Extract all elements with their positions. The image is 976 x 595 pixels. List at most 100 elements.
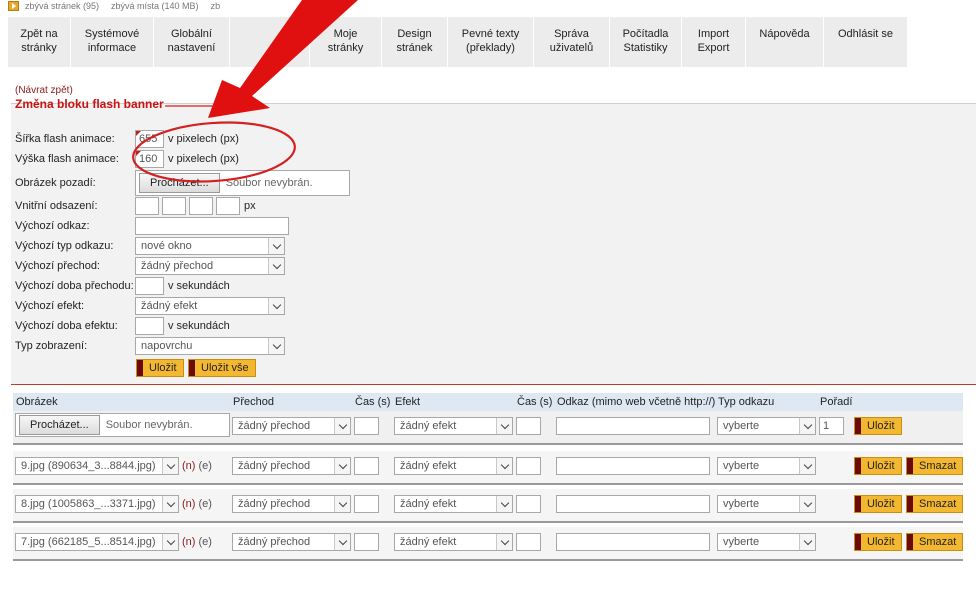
width-unit: v pixelech (px) <box>168 133 239 145</box>
back-link[interactable]: (Návrat zpět) <box>15 85 73 96</box>
new-order-input[interactable]: 1 <box>819 417 844 435</box>
padding-top-input[interactable] <box>135 197 159 215</box>
link-label: Výchozí odkaz: <box>15 220 90 232</box>
effect-select[interactable]: žádný efekt <box>394 457 513 475</box>
transition-select[interactable]: žádný přechod <box>135 257 285 275</box>
main-menu: Zpět na stránky Systémové informace Globál… <box>0 17 908 67</box>
transition-time-input[interactable] <box>135 277 164 295</box>
transition-time[interactable] <box>354 457 379 475</box>
effect-select[interactable]: žádný efekt <box>394 533 513 551</box>
save-all-button[interactable]: Uložit vše <box>188 359 256 377</box>
effect-time[interactable] <box>516 457 541 475</box>
link-type-value: vyberte <box>723 420 760 432</box>
link-type-select[interactable]: vyberte <box>717 495 816 513</box>
n-link[interactable]: (n) <box>182 536 195 548</box>
e-link[interactable]: (e) <box>199 460 212 472</box>
image-select[interactable]: 9.jpg (890634_3...8844.jpg) <box>15 457 179 475</box>
truncated-text: zb <box>210 1 221 11</box>
transition-time[interactable] <box>354 495 379 513</box>
menu-item-5[interactable]: Design stránek <box>382 17 448 67</box>
delete-button[interactable]: Smazat <box>906 457 964 475</box>
image-value: 9.jpg (890634_3...8844.jpg) <box>21 460 156 472</box>
bg-image-file: Procházet... Soubor nevybrán. <box>135 170 350 196</box>
width-input[interactable]: 655 <box>135 130 164 148</box>
padding-left-input[interactable] <box>216 197 240 215</box>
e-link[interactable]: (e) <box>199 536 212 548</box>
menu-item-7[interactable]: Správa uživatelů <box>534 17 610 67</box>
effect-time-label: Výchozí doba efektu: <box>15 320 118 332</box>
link-type-select[interactable]: vyberte <box>717 533 816 551</box>
n-link[interactable]: (n) <box>182 460 195 472</box>
e-link[interactable]: (e) <box>199 498 212 510</box>
col-transition: Přechod <box>233 396 274 408</box>
new-transition-time[interactable] <box>354 417 379 435</box>
effect-select[interactable]: žádný efekt <box>135 297 285 315</box>
menu-item-2[interactable]: Globální nastavení <box>154 17 230 67</box>
height-input[interactable]: 160 <box>135 150 164 168</box>
delete-button[interactable]: Smazat <box>906 533 964 551</box>
menu-item-9[interactable]: Import Export <box>682 17 746 67</box>
link-input[interactable] <box>556 495 710 513</box>
n-link[interactable]: (n) <box>182 498 195 510</box>
link-type-select[interactable]: vyberte <box>717 457 816 475</box>
col-link: Odkaz (mimo web včetně http://) <box>557 396 716 408</box>
image-select[interactable]: 7.jpg (662185_5...8514.jpg) <box>15 533 179 551</box>
transition-select[interactable]: žádný přechod <box>232 495 351 513</box>
browse-button[interactable]: Procházet... <box>139 173 220 193</box>
transition-select[interactable]: žádný přechod <box>232 533 351 551</box>
col-effect: Efekt <box>395 396 421 408</box>
chevron-down-icon <box>334 418 350 434</box>
padding-bottom-input[interactable] <box>189 197 213 215</box>
delete-button[interactable]: Smazat <box>906 495 964 513</box>
col-time-1: Čas (s) <box>355 396 391 408</box>
play-icon[interactable] <box>8 1 19 11</box>
image-select[interactable]: 8.jpg (1005863_...3371.jpg) <box>15 495 179 513</box>
save-button[interactable]: Uložit <box>854 495 902 513</box>
link-type-value: vyberte <box>723 460 760 472</box>
link-type-select[interactable]: nové okno <box>135 237 285 255</box>
height-label: Výška flash animace: <box>15 153 119 165</box>
padding-right-input[interactable] <box>162 197 186 215</box>
chevron-down-icon <box>799 534 815 550</box>
chevron-down-icon <box>496 496 512 512</box>
link-input[interactable] <box>556 457 710 475</box>
menu-item-3[interactable] <box>230 17 310 67</box>
link-input[interactable] <box>556 533 710 551</box>
save-button[interactable]: Uložit <box>854 457 902 475</box>
link-type-value: vyberte <box>723 536 760 548</box>
chevron-down-icon <box>334 534 350 550</box>
effect-time[interactable] <box>516 533 541 551</box>
link-input[interactable] <box>135 217 289 235</box>
new-link-type-select[interactable]: vyberte <box>717 417 816 435</box>
menu-item-0[interactable]: Zpět na stránky <box>8 17 71 67</box>
space-left: zbývá místa (140 MB) <box>111 1 199 11</box>
padding-label: Vnitřní odsazení: <box>15 200 98 212</box>
effect-time[interactable] <box>516 495 541 513</box>
panel-title: Změna bloku flash banner <box>15 97 164 111</box>
col-image: Obrázek <box>16 396 58 408</box>
new-save-button[interactable]: Uložit <box>854 417 902 435</box>
save-button[interactable]: Uložit <box>136 359 184 377</box>
effect-time-input[interactable] <box>135 317 164 335</box>
menu-item-4[interactable]: Moje stránky <box>310 17 382 67</box>
menu-item-11[interactable]: Odhlásit se <box>824 17 908 67</box>
top-info-bar: zbývá stránek (95) zbývá místa (140 MB) … <box>8 0 226 12</box>
link-type-value: vyberte <box>723 498 760 510</box>
menu-item-1[interactable]: Systémové informace <box>71 17 154 67</box>
menu-item-6[interactable]: Pevné texty (překlady) <box>448 17 534 67</box>
transition-time[interactable] <box>354 533 379 551</box>
effect-select[interactable]: žádný efekt <box>394 495 513 513</box>
new-effect-time[interactable] <box>516 417 541 435</box>
new-transition-select[interactable]: žádný přechod <box>232 417 351 435</box>
menu-item-8[interactable]: Počítadla Statistiky <box>610 17 682 67</box>
chevron-down-icon <box>268 298 284 314</box>
col-link-type: Typ odkazu <box>718 396 775 408</box>
save-button[interactable]: Uložit <box>854 533 902 551</box>
display-select[interactable]: napovrchu <box>135 337 285 355</box>
browse-button[interactable]: Procházet... <box>19 415 100 435</box>
new-link-input[interactable] <box>556 417 710 435</box>
new-image-file: Procházet... Soubor nevybrán. <box>15 413 230 437</box>
menu-item-10[interactable]: Nápověda <box>746 17 824 67</box>
transition-select[interactable]: žádný přechod <box>232 457 351 475</box>
new-effect-select[interactable]: žádný efekt <box>394 417 513 435</box>
